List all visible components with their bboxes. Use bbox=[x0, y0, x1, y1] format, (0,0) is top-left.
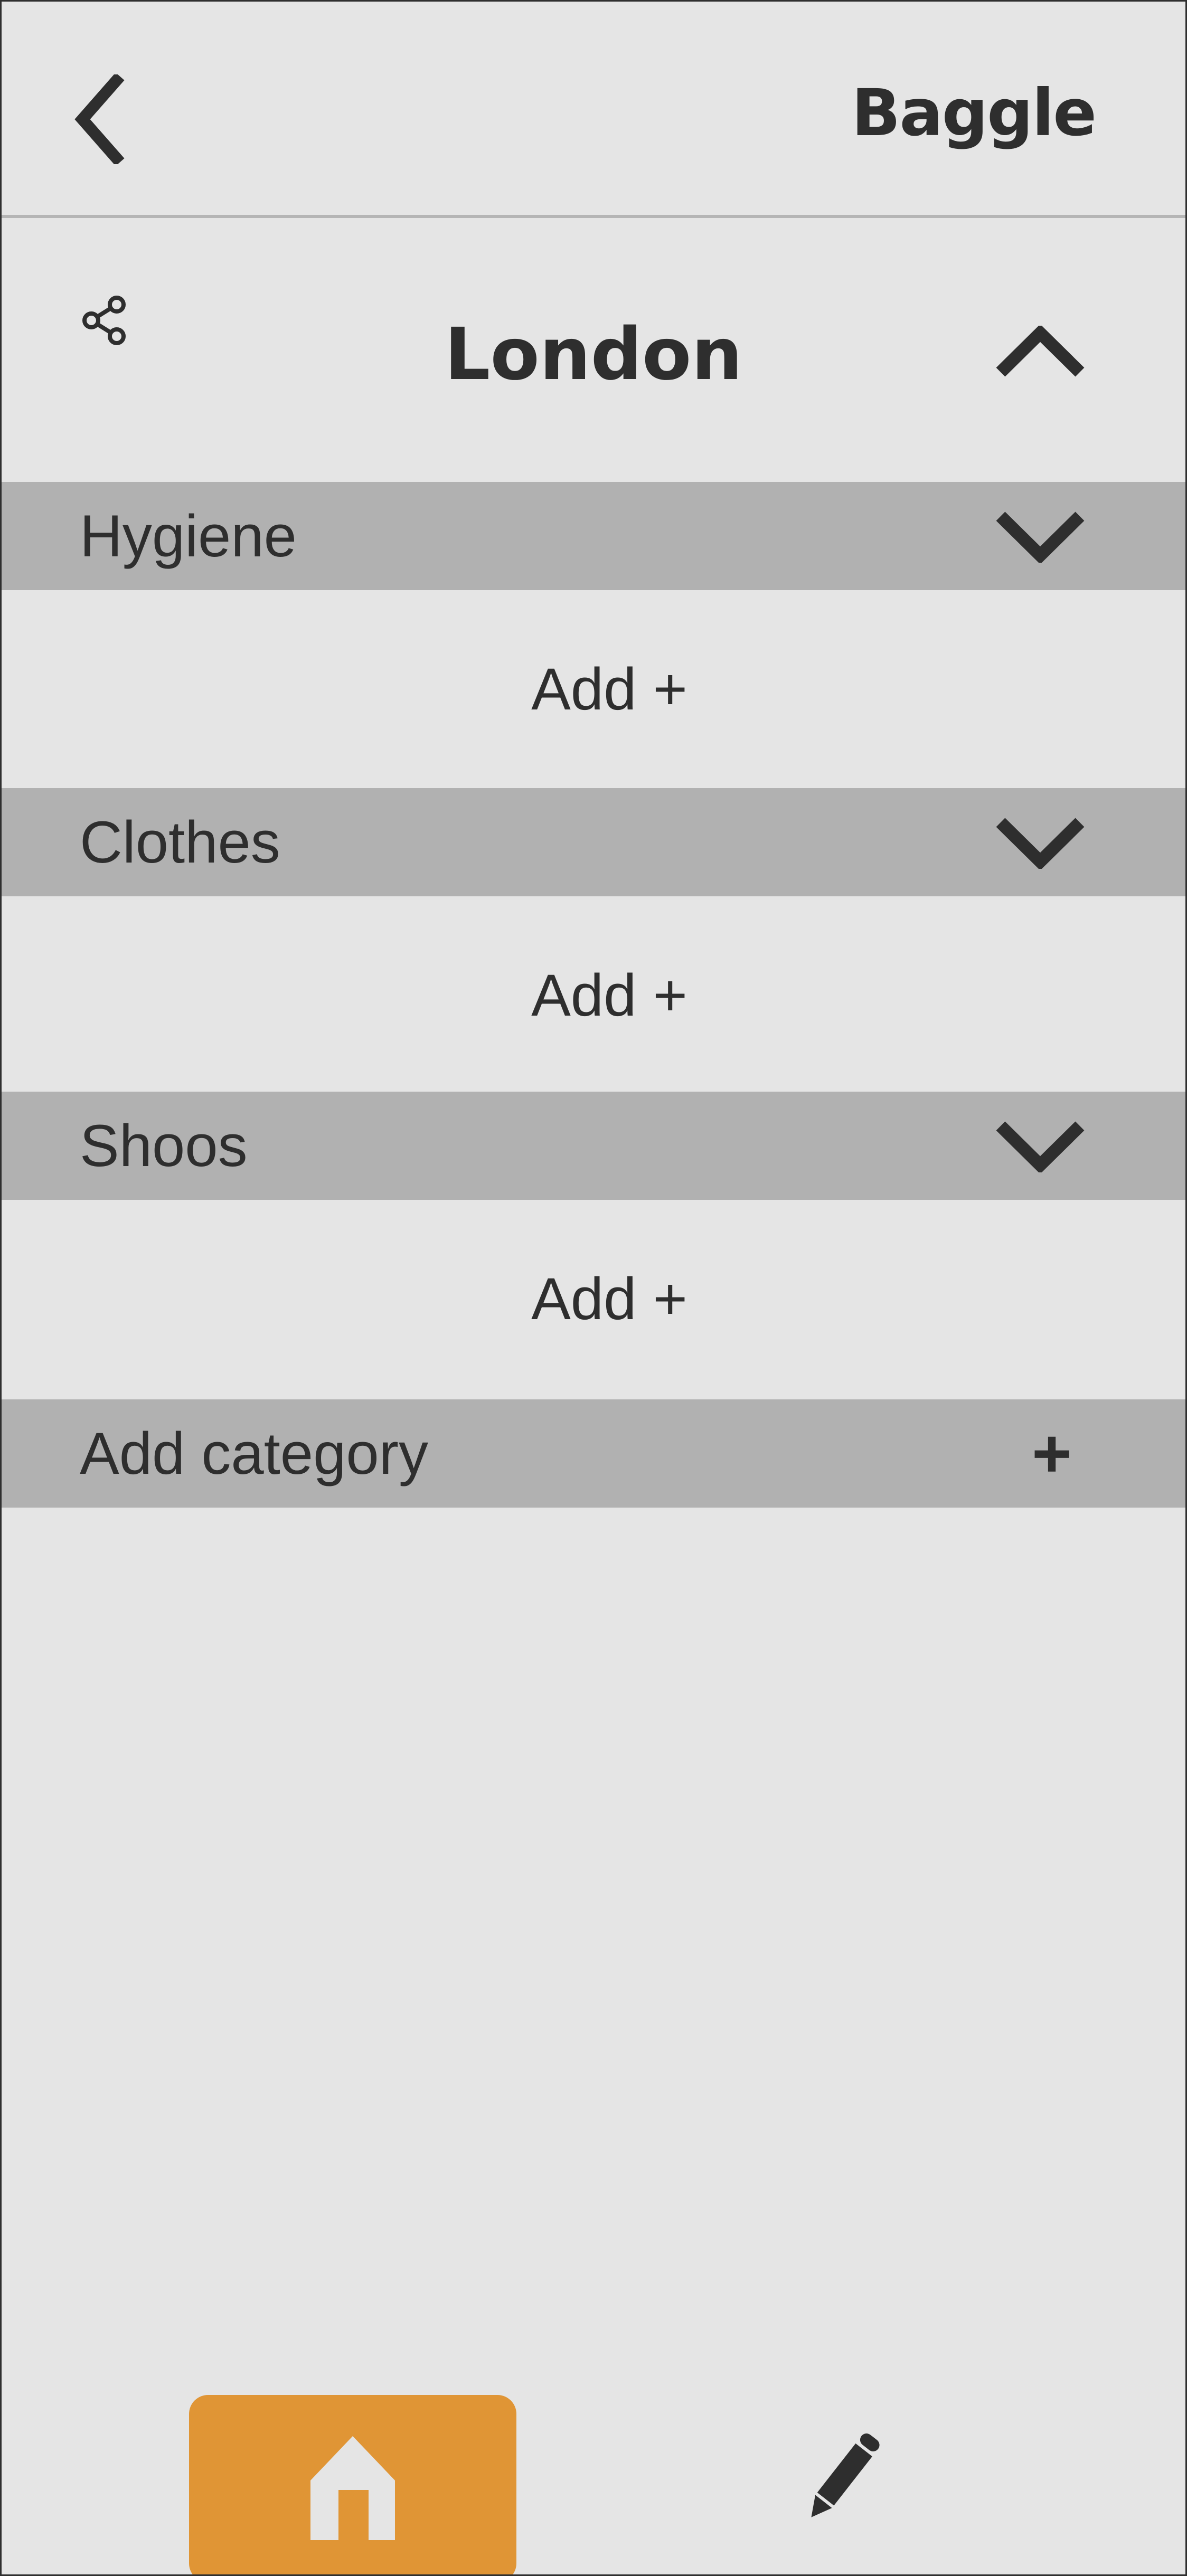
app-screen: Baggle London Hygiene Add + Clothes Add … bbox=[0, 0, 1187, 2576]
nav-home-button[interactable] bbox=[189, 2395, 516, 2574]
category-label: Clothes bbox=[80, 809, 280, 875]
category-header-hygiene[interactable]: Hygiene bbox=[2, 482, 1185, 590]
add-category-label: Add category bbox=[80, 1420, 428, 1486]
collapse-trip-button[interactable] bbox=[990, 321, 1090, 385]
app-brand-logo: Baggle bbox=[851, 75, 1097, 150]
nav-edit-button[interactable] bbox=[783, 2411, 905, 2543]
add-item-button[interactable]: Add + bbox=[510, 645, 709, 734]
plus-icon: + bbox=[1032, 1415, 1072, 1492]
add-category-button[interactable]: Add category + bbox=[2, 1399, 1185, 1508]
category-label: Hygiene bbox=[80, 503, 297, 569]
chevron-down-icon[interactable] bbox=[990, 1115, 1090, 1176]
add-item-row: Add + bbox=[2, 590, 1185, 788]
chevron-down-icon[interactable] bbox=[990, 812, 1090, 873]
category-header-clothes[interactable]: Clothes bbox=[2, 788, 1185, 896]
back-button[interactable] bbox=[65, 70, 134, 171]
add-item-row: Add + bbox=[2, 896, 1185, 1094]
category-label: Shoos bbox=[80, 1113, 248, 1179]
add-item-button[interactable]: Add + bbox=[510, 951, 709, 1040]
pencil-icon bbox=[794, 2418, 894, 2536]
bottom-nav bbox=[2, 2374, 1185, 2574]
chevron-down-icon[interactable] bbox=[990, 506, 1090, 566]
trip-header: London bbox=[2, 221, 1185, 481]
chevron-up-icon bbox=[995, 324, 1085, 381]
chevron-left-icon bbox=[73, 72, 126, 167]
category-header-shoos[interactable]: Shoos bbox=[2, 1092, 1185, 1200]
add-item-row: Add + bbox=[2, 1200, 1185, 1398]
add-item-button[interactable]: Add + bbox=[510, 1254, 709, 1343]
home-icon bbox=[308, 2432, 398, 2545]
app-header: Baggle bbox=[2, 2, 1185, 218]
